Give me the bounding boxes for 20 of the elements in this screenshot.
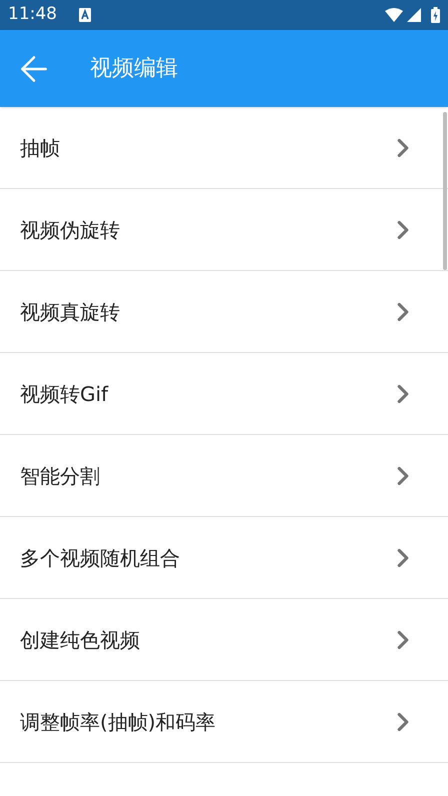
menu-item-label: 视频真旋转 <box>20 298 121 326</box>
signal-icon <box>407 8 421 22</box>
menu-item-label: 视频转Gif <box>20 380 110 408</box>
menu-item[interactable]: 多个视频随机组合 <box>0 517 448 599</box>
screen-title: 视频编辑 <box>90 55 178 83</box>
menu-item-label: 视频伪旋转 <box>20 216 121 244</box>
menu-item[interactable]: 调整帧率(抽帧)和码率 <box>0 681 448 763</box>
menu-item-label: 多个视频随机组合 <box>20 544 181 572</box>
menu-item-label: 创建纯色视频 <box>20 626 141 654</box>
menu-item[interactable]: 智能分割 <box>0 435 448 517</box>
menu-item[interactable]: 创建纯色视频 <box>0 599 448 681</box>
menu-item-label: 抽帧 <box>20 134 61 162</box>
menu-item-label: 智能分割 <box>20 462 101 490</box>
wifi-icon <box>385 8 403 22</box>
menu-item-label: 调整帧率(抽帧)和码率 <box>20 708 217 736</box>
status-time: 11:48 <box>8 3 57 26</box>
menu-item[interactable]: 视频转Gif <box>0 353 448 435</box>
battery-icon <box>431 7 440 23</box>
menu-item[interactable]: 视频真旋转 <box>0 271 448 353</box>
keyboard-notification-icon <box>79 8 91 22</box>
